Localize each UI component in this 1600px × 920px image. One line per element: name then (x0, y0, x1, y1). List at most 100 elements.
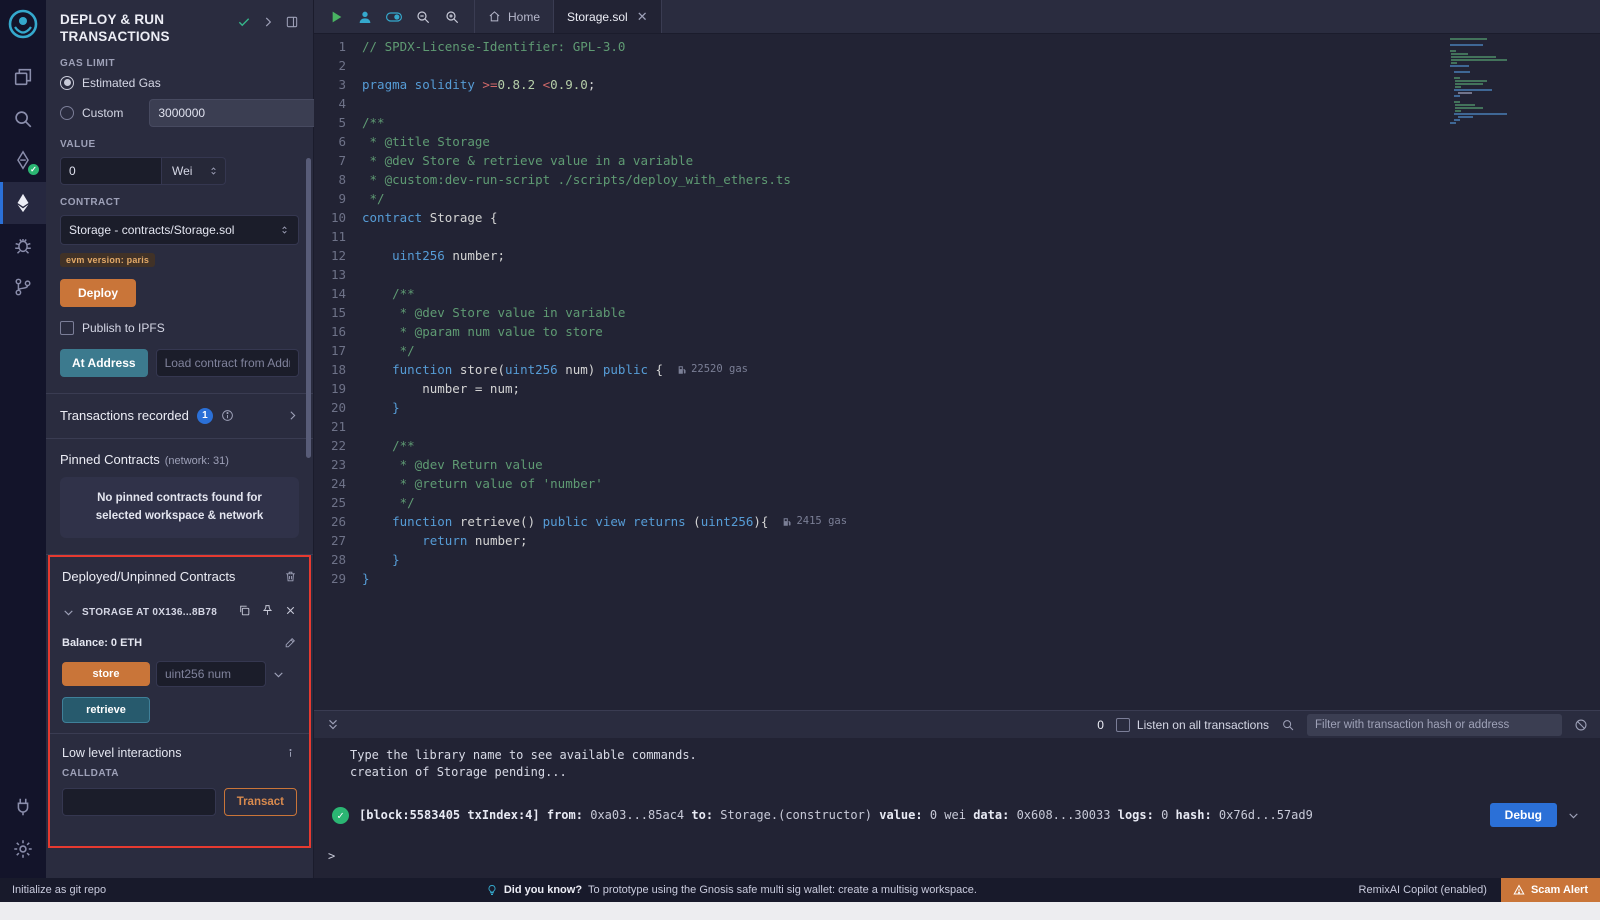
code-line[interactable]: 13 (314, 265, 1600, 284)
contract-select[interactable]: Storage - contracts/Storage.sol (60, 215, 299, 245)
git-init-button[interactable]: Initialize as git repo (0, 884, 118, 896)
at-address-button[interactable]: At Address (60, 349, 148, 377)
deploy-button[interactable]: Deploy (60, 279, 136, 307)
git-icon[interactable] (0, 266, 46, 308)
panel-forward-icon[interactable] (261, 15, 275, 32)
debug-button[interactable]: Debug (1490, 803, 1557, 827)
pin-contract-icon[interactable] (261, 604, 274, 620)
publish-ipfs-checkbox[interactable] (60, 321, 74, 335)
code-line[interactable]: 6 * @title Storage (314, 132, 1600, 151)
copilot-toggle-icon[interactable] (386, 9, 402, 25)
code-line[interactable]: 18 function store(uint256 num) public {2… (314, 360, 1600, 379)
value-label: VALUE (60, 139, 299, 150)
deploy-run-icon[interactable] (0, 182, 46, 224)
code-line[interactable]: 28 } (314, 550, 1600, 569)
plugin-manager-icon[interactable] (0, 786, 46, 828)
clear-console-icon[interactable] (1574, 718, 1588, 732)
code-line[interactable]: 7 * @dev Store & retrieve value in a var… (314, 151, 1600, 170)
zoom-in-icon[interactable] (444, 9, 460, 25)
code-line[interactable]: 23 * @dev Return value (314, 455, 1600, 474)
code-line[interactable]: 17 */ (314, 341, 1600, 360)
code-line[interactable]: 26 function retrieve() public view retur… (314, 512, 1600, 531)
value-input[interactable] (60, 157, 162, 185)
code-editor[interactable]: 1// SPDX-License-Identifier: GPL-3.023pr… (314, 34, 1600, 710)
code-line[interactable]: 5/** (314, 113, 1600, 132)
code-line[interactable]: 15 * @dev Store value in variable (314, 303, 1600, 322)
settings-gear-icon[interactable] (0, 828, 46, 870)
code-line[interactable]: 1// SPDX-License-Identifier: GPL-3.0 (314, 37, 1600, 56)
contract-label: CONTRACT (60, 197, 299, 208)
calldata-input[interactable] (62, 788, 216, 816)
copy-address-icon[interactable] (238, 604, 251, 620)
tab-home[interactable]: Home (475, 0, 554, 33)
line-number: 4 (314, 94, 362, 113)
value-unit-select[interactable]: Wei (162, 157, 226, 185)
expand-terminal-icon[interactable] (326, 718, 340, 732)
line-number: 20 (314, 398, 362, 417)
code-line[interactable]: 25 */ (314, 493, 1600, 512)
code-line[interactable]: 19 number = num; (314, 379, 1600, 398)
line-number: 13 (314, 265, 362, 284)
search-icon[interactable] (0, 98, 46, 140)
code-line[interactable]: 22 /** (314, 436, 1600, 455)
tx-value-value: 0 wei (930, 808, 966, 822)
code-line[interactable]: 10contract Storage { (314, 208, 1600, 227)
editor-minimap[interactable] (1450, 38, 1512, 125)
copilot-status[interactable]: RemixAI Copilot (enabled) (1345, 884, 1501, 896)
listen-all-checkbox[interactable] (1116, 718, 1130, 732)
code-line[interactable]: 11 (314, 227, 1600, 246)
code-line[interactable]: 27 return number; (314, 531, 1600, 550)
code-line[interactable]: 2 (314, 56, 1600, 75)
chevron-down-icon[interactable] (62, 606, 75, 619)
retrieve-function-button[interactable]: retrieve (62, 697, 150, 723)
code-line[interactable]: 16 * @param num value to store (314, 322, 1600, 341)
store-args-input[interactable] (156, 661, 266, 687)
custom-gas-input[interactable] (149, 99, 322, 127)
edit-balance-icon[interactable] (284, 636, 297, 649)
at-address-input[interactable] (156, 349, 299, 377)
close-contract-icon[interactable] (284, 604, 297, 620)
info-icon[interactable] (221, 409, 234, 422)
custom-gas-radio[interactable] (60, 106, 74, 120)
store-function-button[interactable]: store (62, 662, 150, 686)
code-line[interactable]: 14 /** (314, 284, 1600, 303)
remix-ide-window: ✓ DEPLOY & RUN TRANSACTIONS (0, 0, 1600, 920)
deployed-contract-name[interactable]: STORAGE AT 0X136...8B78 (82, 607, 217, 618)
code-line[interactable]: 24 * @return value of 'number' (314, 474, 1600, 493)
zoom-out-icon[interactable] (415, 9, 431, 25)
code-line[interactable]: 29} (314, 569, 1600, 588)
code-line[interactable]: 21 (314, 417, 1600, 436)
solidity-compiler-icon[interactable]: ✓ (0, 140, 46, 182)
terminal-prompt[interactable]: > (314, 849, 1600, 863)
estimated-gas-radio[interactable] (60, 76, 74, 90)
tx-logs-value: 0 (1161, 808, 1168, 822)
debugger-icon[interactable] (0, 224, 46, 266)
panel-scrollbar[interactable] (306, 158, 311, 458)
run-script-play-icon[interactable] (328, 9, 344, 25)
tx-success-check-icon: ✓ (332, 807, 349, 824)
transact-button[interactable]: Transact (224, 788, 297, 816)
code-line[interactable]: 3pragma solidity >=0.8.2 <0.9.0; (314, 75, 1600, 94)
transaction-filter-input[interactable] (1307, 714, 1562, 736)
code-line[interactable]: 12 uint256 number; (314, 246, 1600, 265)
code-line[interactable]: 9 */ (314, 189, 1600, 208)
expand-transactions-icon[interactable] (286, 409, 299, 422)
ai-assistant-icon[interactable] (357, 9, 373, 25)
remix-logo-icon[interactable] (7, 8, 39, 40)
info-icon[interactable] (284, 747, 297, 760)
file-explorer-icon[interactable] (0, 56, 46, 98)
scam-alert-button[interactable]: Scam Alert (1501, 878, 1600, 902)
line-number: 7 (314, 151, 362, 170)
pin-panel-icon[interactable] (285, 15, 299, 32)
close-tab-icon[interactable]: ✕ (637, 9, 648, 25)
tab-storage-sol[interactable]: Storage.sol ✕ (554, 0, 662, 33)
transaction-log-row[interactable]: ✓ [block:5583405 txIndex:4] from: 0xa03.… (328, 797, 1590, 833)
code-line[interactable]: 20 } (314, 398, 1600, 417)
terminal-output[interactable]: Type the library name to see available c… (314, 738, 1600, 878)
expand-tx-icon[interactable] (1567, 809, 1580, 822)
code-line[interactable]: 4 (314, 94, 1600, 113)
code-line[interactable]: 8 * @custom:dev-run-script ./scripts/dep… (314, 170, 1600, 189)
expand-args-icon[interactable] (272, 668, 285, 681)
trash-icon[interactable] (284, 570, 297, 583)
contract-selected-value: Storage - contracts/Storage.sol (69, 223, 234, 237)
